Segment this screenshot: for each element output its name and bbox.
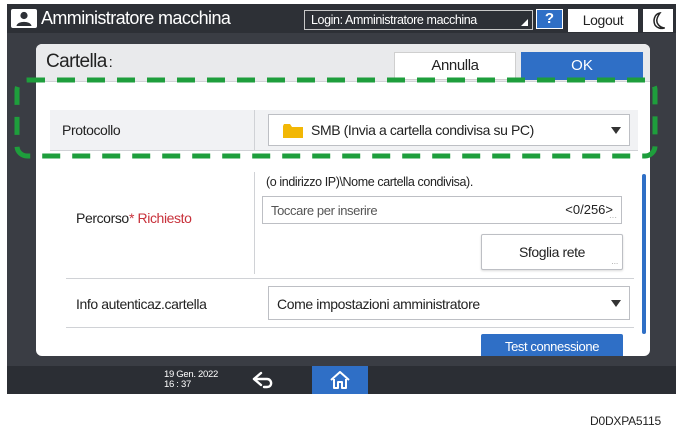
scrollbar[interactable] (642, 174, 646, 334)
time-text: 16 : 37 (164, 379, 191, 390)
path-hint-text: (o indirizzo IP)\Nome cartella condivisa… (266, 175, 473, 189)
row-separator (66, 327, 634, 328)
browse-network-button[interactable]: Sfoglia rete ··· (481, 234, 623, 270)
path-placeholder: Toccare per inserire (271, 203, 378, 218)
date-time: 19 Gen. 2022 16 : 37 (164, 370, 218, 390)
cancel-button[interactable]: Annulla (394, 52, 516, 80)
title-bar: Amministratore macchina Login: Amministr… (7, 4, 676, 33)
app-title: Amministratore macchina (41, 8, 231, 28)
moon-icon (653, 11, 667, 30)
help-icon: ? (544, 10, 555, 27)
figure-caption: D0DXPA5115 (590, 414, 661, 428)
more-dots-icon: ··· (609, 213, 617, 222)
path-input[interactable]: Toccare per inserire <0/256> ··· (262, 196, 622, 224)
auth-select[interactable]: Come impostazioni amministratore (268, 286, 630, 320)
device-screen: Amministratore macchina Login: Amministr… (7, 4, 676, 394)
auth-select-value: Come impostazioni amministratore (277, 296, 480, 312)
more-dots-icon: ··· (611, 259, 618, 268)
back-icon[interactable] (250, 371, 276, 391)
row-separator (66, 278, 634, 279)
dialog-title: Cartella: (46, 51, 113, 72)
ok-button[interactable]: OK (521, 52, 643, 80)
highlight-frame (14, 77, 658, 159)
required-indicator: * Richiesto (129, 210, 192, 226)
path-divider (254, 172, 255, 274)
help-button[interactable]: ? (536, 9, 563, 29)
user-icon (11, 9, 37, 28)
energy-saver-button[interactable] (643, 9, 673, 32)
test-connection-button[interactable]: Test connessione (481, 334, 623, 356)
login-status-button[interactable]: Login: Amministratore macchina (304, 10, 533, 30)
corner-indicator-icon (521, 19, 528, 26)
browse-network-label: Sfoglia rete (518, 244, 586, 260)
home-button[interactable] (312, 366, 368, 394)
home-icon (330, 371, 350, 389)
path-char-counter: <0/256> (565, 202, 613, 217)
path-label: Percorso (76, 210, 129, 226)
login-status-label: Login: Amministratore macchina (311, 13, 477, 27)
logout-button[interactable]: Logout (568, 9, 638, 32)
auth-label: Info autenticaz.cartella (76, 296, 207, 312)
dropdown-arrow-icon (611, 300, 621, 307)
